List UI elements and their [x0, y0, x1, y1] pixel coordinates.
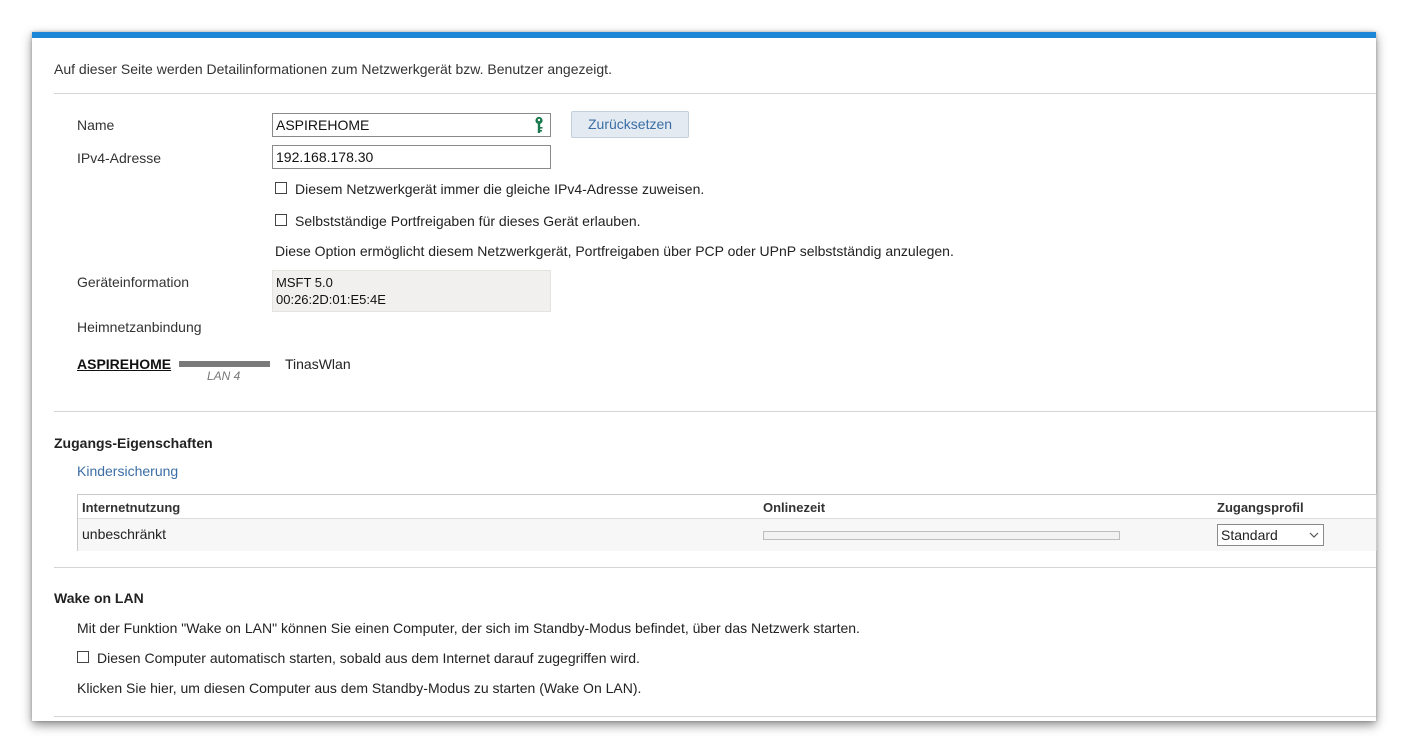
name-input-value: ASPIREHOME [276, 117, 370, 133]
access-section-title: Zugangs-Eigenschaften [54, 435, 213, 451]
device-info-label: Geräteinformation [77, 274, 190, 290]
wol-section-title: Wake on LAN [54, 590, 144, 606]
table-row: unbeschränkt Standard [78, 518, 1376, 551]
device-info-mac: 00:26:2D:01:E5:4E [276, 292, 386, 307]
col-header-online: Onlinezeit [763, 500, 826, 515]
ipv4-label: IPv4-Adresse [77, 150, 162, 166]
ipv4-input-value: 192.168.178.30 [276, 149, 374, 165]
homenet-label: Heimnetzanbindung [77, 319, 202, 335]
same-ip-label: Diesem Netzwerkgerät immer die gleiche I… [295, 181, 705, 197]
page-intro: Auf dieser Seite werden Detailinformatio… [54, 61, 612, 77]
port-forwarding-checkbox[interactable] [275, 214, 287, 226]
usage-value: unbeschränkt [82, 526, 167, 542]
online-time-bar [763, 531, 1120, 540]
access-profile-select[interactable]: Standard [1217, 524, 1324, 546]
parental-control-link[interactable]: Kindersicherung [77, 463, 178, 479]
wol-description: Mit der Funktion "Wake on LAN" können Si… [77, 620, 860, 636]
chevron-down-icon [1309, 532, 1319, 538]
name-label: Name [77, 117, 115, 133]
wol-manual-text: Klicken Sie hier, um diesen Computer aus… [77, 680, 642, 696]
divider [54, 411, 1376, 412]
col-header-usage: Internetnutzung [82, 500, 181, 515]
device-detail-panel: Auf dieser Seite werden Detailinformatio… [32, 32, 1377, 721]
same-ip-checkbox[interactable] [275, 182, 287, 194]
homenet-device-link[interactable]: ASPIREHOME [77, 356, 171, 372]
divider [54, 716, 1376, 717]
wol-auto-checkbox[interactable] [77, 651, 89, 663]
port-forwarding-label: Selbstständige Portfreigaben für dieses … [295, 213, 641, 229]
connection-line [179, 361, 270, 367]
col-header-profile: Zugangsprofil [1217, 500, 1304, 515]
name-input[interactable]: ASPIREHOME [272, 113, 551, 137]
device-info-box: MSFT 5.0 00:26:2D:01:E5:4E [272, 270, 551, 312]
key-icon [535, 116, 543, 133]
homenet-peer: TinasWlan [285, 356, 351, 372]
access-table: Internetnutzung Onlinezeit Zugangsprofil… [77, 494, 1377, 551]
access-profile-value: Standard [1221, 527, 1278, 543]
wol-auto-label: Diesen Computer automatisch starten, sob… [97, 650, 640, 666]
connection-port-label: LAN 4 [207, 369, 241, 383]
divider [54, 93, 1376, 94]
divider [54, 567, 1376, 568]
device-info-model: MSFT 5.0 [276, 275, 333, 290]
port-forwarding-hint: Diese Option ermöglicht diesem Netzwerkg… [275, 243, 954, 259]
reset-button[interactable]: Zurücksetzen [571, 111, 690, 138]
ipv4-input[interactable]: 192.168.178.30 [272, 145, 551, 169]
